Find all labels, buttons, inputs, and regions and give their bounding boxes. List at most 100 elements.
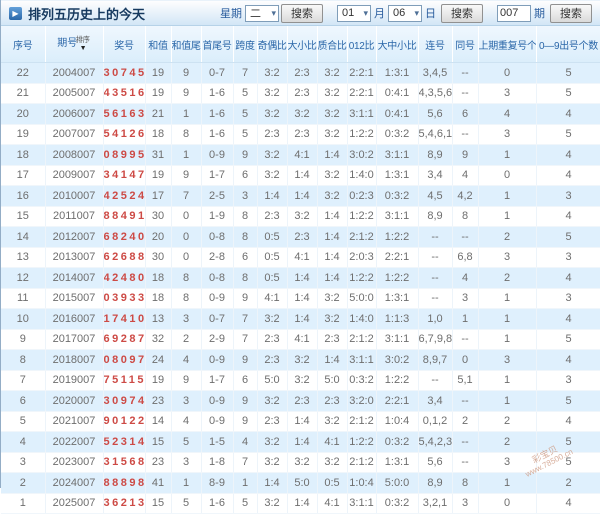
cell-index: 21 [1, 83, 46, 104]
cell-index: 18 [1, 144, 46, 166]
cell-prime-composite: 3:2 [317, 165, 348, 186]
cell-digit-count: 3 [536, 185, 600, 207]
table-row: 22 2004007 30745 19 9 0-7 7 3:2 2:3 3:2 2:2:1 1:3:1… [1, 62, 600, 84]
cell-prev-repeat: 3 [478, 247, 537, 268]
cell-issue: 2009007 [45, 165, 104, 186]
cell-span: 5 [233, 83, 258, 104]
cell-sum: 31 [145, 144, 172, 166]
cell-012: 0:3:2 [347, 370, 377, 391]
cell-odd-even: 1:4 [257, 185, 288, 207]
cell-prime-composite: 3:2 [317, 62, 348, 84]
cell-index: 8 [1, 349, 46, 371]
column-header-sum: 和值 [145, 26, 172, 63]
cell-odd-even: 2:3 [257, 411, 288, 432]
cell-issue: 2011007 [45, 206, 104, 227]
cell-prime-composite: 2:3 [317, 329, 348, 350]
cell-odd-even: 2:3 [257, 206, 288, 227]
cell-big-small: 2:3 [287, 62, 318, 84]
table-row: 7 2019007 75115 19 9 1-7 6 5:0 3:2 5:0 0:3:2 1:2:2-… [1, 370, 600, 391]
cell-012: 1:0:4 [347, 472, 377, 494]
chevron-down-icon: ▾ [363, 7, 368, 18]
cell-prev-repeat: 0 [478, 62, 537, 84]
cell-prime-composite: 3:2 [317, 411, 348, 432]
cell-012: 2:0:3 [347, 247, 377, 268]
cell-consecutive: 3,4,5 [418, 62, 453, 84]
cell-sum: 20 [145, 226, 172, 248]
day-select-value: 06 [393, 7, 406, 19]
cell-prize: 54126 [103, 124, 146, 145]
cell-sum-tail: 8 [171, 288, 202, 309]
cell-digit-count: 5 [536, 452, 600, 473]
cell-sum-tail: 9 [171, 83, 202, 104]
cell-prime-composite: 3:2 [317, 103, 348, 125]
table-row: 11 2015007 03933 18 8 0-9 9 4:1 1:4 3:2 5:0:0 1:3:1… [1, 288, 600, 309]
cell-012: 2:2:1 [347, 83, 377, 104]
cell-sum-tail: 3 [171, 390, 202, 412]
cell-odd-even: 2:3 [257, 124, 288, 145]
cell-sum: 19 [145, 83, 172, 104]
column-header-012: 012比 [347, 26, 377, 63]
cell-index: 1 [1, 493, 46, 514]
cell-span: 5 [233, 124, 258, 145]
cell-span: 8 [233, 267, 258, 289]
cell-012: 1:2:2 [347, 206, 377, 227]
cell-first-last: 0-9 [201, 288, 234, 309]
cell-sum: 32 [145, 329, 172, 350]
column-header-index: 序号 [1, 26, 46, 63]
cell-issue: 2012007 [45, 226, 104, 248]
table-row: 16 2010007 42524 17 7 2-5 3 1:4 1:4 3:2 0:2:3 0:3:2… [1, 185, 600, 207]
issue-search-button[interactable]: 搜索 [550, 3, 592, 23]
cell-big-mid-small: 1:3:1 [376, 62, 419, 84]
cell-big-small: 4:1 [287, 247, 318, 268]
cell-prev-repeat: 1 [478, 329, 537, 350]
cell-index: 7 [1, 370, 46, 391]
cell-odd-even: 3:2 [257, 62, 288, 84]
cell-sum: 19 [145, 370, 172, 391]
date-search-button[interactable]: 搜索 [441, 3, 483, 23]
cell-same: 0 [452, 349, 479, 371]
cell-big-mid-small: 1:2:2 [376, 267, 419, 289]
cell-issue: 2005007 [45, 83, 104, 104]
cell-span: 8 [233, 206, 258, 227]
month-select[interactable]: 01 ▾ [337, 4, 371, 22]
cell-consecutive: -- [418, 226, 453, 248]
cell-prev-repeat: 1 [478, 308, 537, 330]
cell-big-small: 3:2 [287, 206, 318, 227]
cell-prev-repeat: 1 [478, 144, 537, 166]
column-header-odd-even: 奇偶比 [257, 26, 288, 63]
cell-span: 3 [233, 185, 258, 207]
sort-down-icon[interactable]: ▼ [80, 45, 87, 52]
cell-sum-tail: 9 [171, 370, 202, 391]
issue-input[interactable] [497, 4, 531, 22]
sort-control[interactable]: 排序 ▼ [75, 36, 90, 52]
cell-big-small: 5:0 [287, 472, 318, 494]
table-row: 21 2005007 43516 19 9 1-6 5 3:2 2:3 3:2 2:2:1 0:4:1… [1, 83, 600, 104]
cell-sum-tail: 0 [171, 226, 202, 248]
cell-prime-composite: 1:4 [317, 267, 348, 289]
column-header-issue[interactable]: 期号 排序 ▼ [45, 26, 104, 63]
cell-first-last: 2-8 [201, 247, 234, 268]
week-select[interactable]: 二 ▾ [245, 4, 279, 22]
cell-012: 3:1:1 [347, 103, 377, 125]
cell-span: 8 [233, 226, 258, 248]
title-bar: ▶ 排列五历史上的今天 星期 二 ▾ 搜索 01 ▾ 月 06 ▾ 日 搜索 0… [1, 0, 600, 26]
cell-odd-even: 2:3 [257, 349, 288, 371]
day-select[interactable]: 06 ▾ [388, 4, 422, 22]
cell-first-last: 0-9 [201, 411, 234, 432]
cell-012: 2:1:2 [347, 411, 377, 432]
cell-first-last: 8-9 [201, 472, 234, 494]
cell-big-mid-small: 0:3:2 [376, 493, 419, 514]
cell-012: 2:1:2 [347, 226, 377, 248]
cell-prime-composite: 3:2 [317, 288, 348, 309]
cell-same: 6 [452, 103, 479, 125]
cell-same: -- [452, 329, 479, 350]
week-search-button[interactable]: 搜索 [281, 3, 323, 23]
cell-prize: 68240 [103, 226, 146, 248]
column-header-prime-composite: 质合比 [317, 26, 348, 63]
cell-digit-count: 5 [536, 226, 600, 248]
cell-sum-tail: 9 [171, 62, 202, 84]
table-row: 14 2012007 68240 20 0 0-8 8 0:5 2:3 1:4 2:1:2 1:2:2… [1, 226, 600, 248]
cell-sum: 19 [145, 62, 172, 84]
cell-prime-composite: 3:2 [317, 308, 348, 330]
cell-first-last: 0-8 [201, 226, 234, 248]
